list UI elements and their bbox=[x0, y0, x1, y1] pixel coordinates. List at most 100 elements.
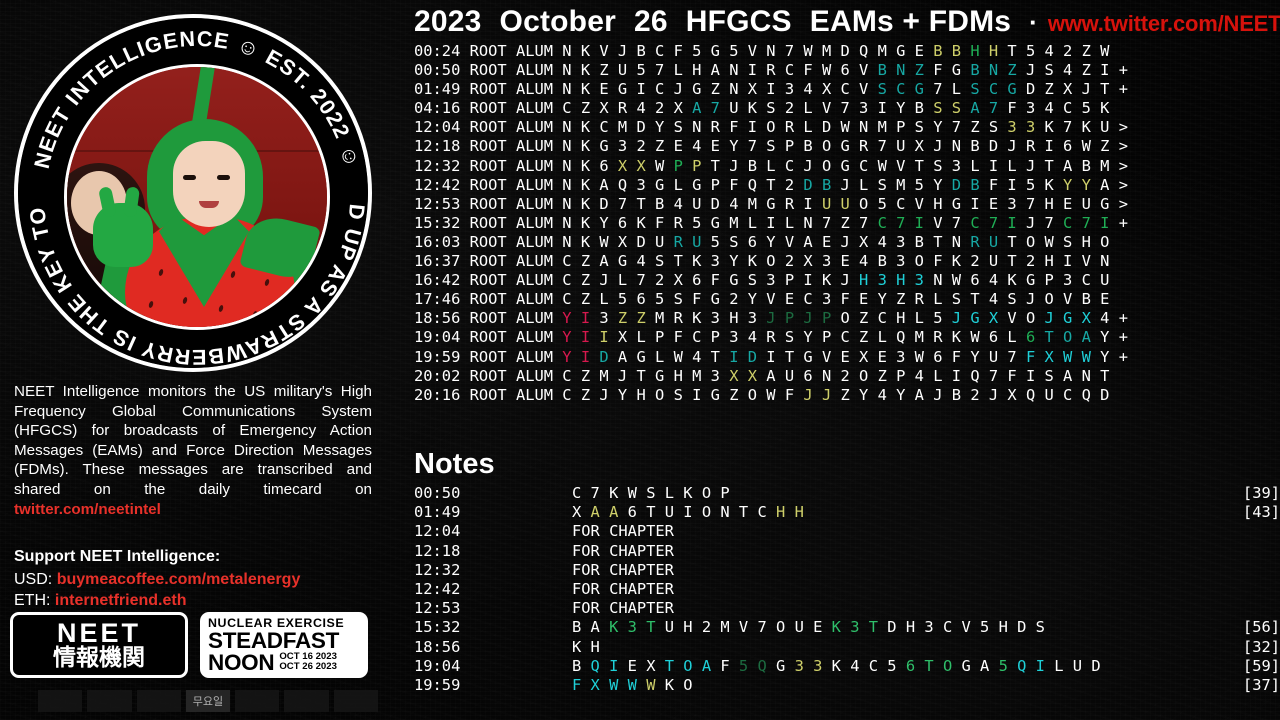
eam-row-station: ROOT ALUM bbox=[469, 347, 563, 366]
eam-char: Y bbox=[859, 385, 878, 404]
eam-row-station: ROOT ALUM bbox=[469, 366, 563, 385]
eam-char: V bbox=[784, 232, 804, 251]
eam-char: F bbox=[840, 290, 860, 309]
eam-char: P bbox=[784, 309, 804, 328]
eam-char: T bbox=[766, 175, 785, 194]
note-row-body: C 7 K W S L K O P bbox=[572, 484, 739, 503]
eam-char: 6 bbox=[803, 366, 822, 385]
note-char: O bbox=[776, 618, 795, 637]
eam-char: K bbox=[1081, 118, 1101, 137]
about-blurb-link[interactable]: twitter.com/neetintel bbox=[14, 501, 161, 518]
eam-char: E bbox=[988, 194, 1008, 213]
eam-row: 16:42 ROOT ALUM C Z J L 7 2 X 6 F G S 3 … bbox=[414, 271, 1280, 290]
eam-char: A bbox=[803, 232, 822, 251]
eam-char: U bbox=[840, 194, 860, 213]
note-char: H bbox=[998, 618, 1018, 637]
eam-char: N bbox=[729, 80, 748, 99]
eam-char: I bbox=[803, 271, 822, 290]
eam-char: 7 bbox=[896, 213, 915, 232]
steadfast-line3: NOON bbox=[208, 650, 275, 676]
eam-char: 4 bbox=[1063, 61, 1082, 80]
eam-char: 7 bbox=[710, 99, 730, 118]
eam-char: K bbox=[951, 252, 971, 271]
eam-char: O bbox=[821, 137, 841, 156]
note-char: K bbox=[609, 484, 628, 502]
note-char: Q bbox=[590, 656, 610, 675]
eam-char: M bbox=[655, 309, 674, 328]
eam-char: 4 bbox=[1100, 309, 1119, 328]
eam-char: Q bbox=[1025, 385, 1045, 404]
title-month: October bbox=[499, 5, 616, 38]
eam-char: R bbox=[859, 137, 878, 156]
eam-char: 4 bbox=[692, 347, 711, 366]
eam-char: J bbox=[766, 309, 785, 328]
eam-char: Y bbox=[655, 118, 674, 137]
eam-char: C bbox=[1081, 271, 1101, 290]
eam-char: L bbox=[673, 61, 693, 80]
eam-char: 3 bbox=[747, 309, 767, 328]
eam-char: C bbox=[562, 385, 581, 404]
eam-char: 6 bbox=[933, 347, 952, 366]
eam-char: Z bbox=[580, 252, 600, 271]
note-row-count: [59] bbox=[1242, 656, 1280, 675]
eam-char: R bbox=[784, 194, 804, 213]
eam-char: 7 bbox=[877, 137, 897, 156]
support-value-eth[interactable]: internetfriend.eth bbox=[55, 592, 187, 609]
eam-char: H bbox=[933, 194, 952, 213]
eam-char: 3 bbox=[636, 175, 656, 194]
support-value-usd[interactable]: buymeacoffee.com/metalenergy bbox=[57, 571, 301, 588]
eam-char: I bbox=[1100, 213, 1119, 232]
eam-char: O bbox=[859, 366, 878, 385]
eam-char: 2 bbox=[784, 99, 804, 118]
eam-char: Y bbox=[896, 385, 915, 404]
eam-char: I bbox=[877, 99, 897, 118]
eam-char: 2 bbox=[1025, 252, 1045, 271]
eam-row-time: 00:24 bbox=[414, 42, 470, 60]
eam-char: C bbox=[1063, 213, 1082, 232]
eam-char: Z bbox=[877, 366, 897, 385]
eam-char: X bbox=[617, 156, 637, 175]
eam-row-terminator: + bbox=[1118, 309, 1128, 328]
eam-row: 12:18 ROOT ALUM N K G 3 2 Z E 4 E Y 7 S … bbox=[414, 137, 1280, 156]
eam-char: F bbox=[673, 328, 693, 347]
eam-char: 7 bbox=[655, 61, 674, 80]
eam-char: U bbox=[1100, 271, 1119, 290]
eam-char: 6 bbox=[1063, 137, 1082, 156]
eam-char: I bbox=[580, 347, 600, 366]
eam-char: S bbox=[747, 271, 767, 290]
eam-char: T bbox=[710, 347, 730, 366]
title-separator: · bbox=[1029, 7, 1038, 37]
note-char: A bbox=[701, 656, 721, 675]
eam-char: F bbox=[1007, 99, 1026, 118]
eam-char: 7 bbox=[840, 99, 860, 118]
eam-row-time: 19:04 bbox=[414, 328, 470, 347]
eam-char: T bbox=[784, 347, 804, 366]
eam-char: 4 bbox=[859, 252, 878, 271]
eam-char: O bbox=[1025, 232, 1045, 251]
eam-char: N bbox=[562, 213, 581, 232]
note-char: S bbox=[1035, 618, 1055, 637]
eam-row-terminator: + bbox=[1118, 80, 1128, 99]
eam-char: L bbox=[784, 213, 804, 232]
note-row: 12:53 FOR CHAPTER bbox=[414, 599, 1280, 618]
eam-char: O bbox=[655, 385, 674, 404]
eam-char: S bbox=[933, 99, 952, 118]
eam-char: 4 bbox=[729, 194, 748, 213]
keyboard-strip: 무요일 bbox=[38, 690, 378, 712]
eam-char: I bbox=[636, 80, 656, 99]
eam-char: H bbox=[859, 271, 878, 290]
eam-char: B bbox=[655, 194, 674, 213]
eam-char: G bbox=[636, 347, 656, 366]
eam-char: T bbox=[1044, 328, 1064, 347]
note-char: D bbox=[1017, 618, 1036, 637]
eam-char: 7 bbox=[617, 194, 637, 213]
eam-row-time: 12:53 bbox=[414, 194, 470, 213]
eam-char: 4 bbox=[636, 99, 656, 118]
eam-char: I bbox=[599, 328, 618, 347]
note-char: C bbox=[572, 484, 591, 502]
eam-char: 3 bbox=[1025, 118, 1045, 137]
note-char: 3 bbox=[794, 656, 814, 675]
twitter-url[interactable]: www.twitter.com/NEETINTEL bbox=[1048, 11, 1280, 37]
eam-char: 3 bbox=[877, 271, 897, 290]
eam-char: Q bbox=[1081, 385, 1101, 404]
